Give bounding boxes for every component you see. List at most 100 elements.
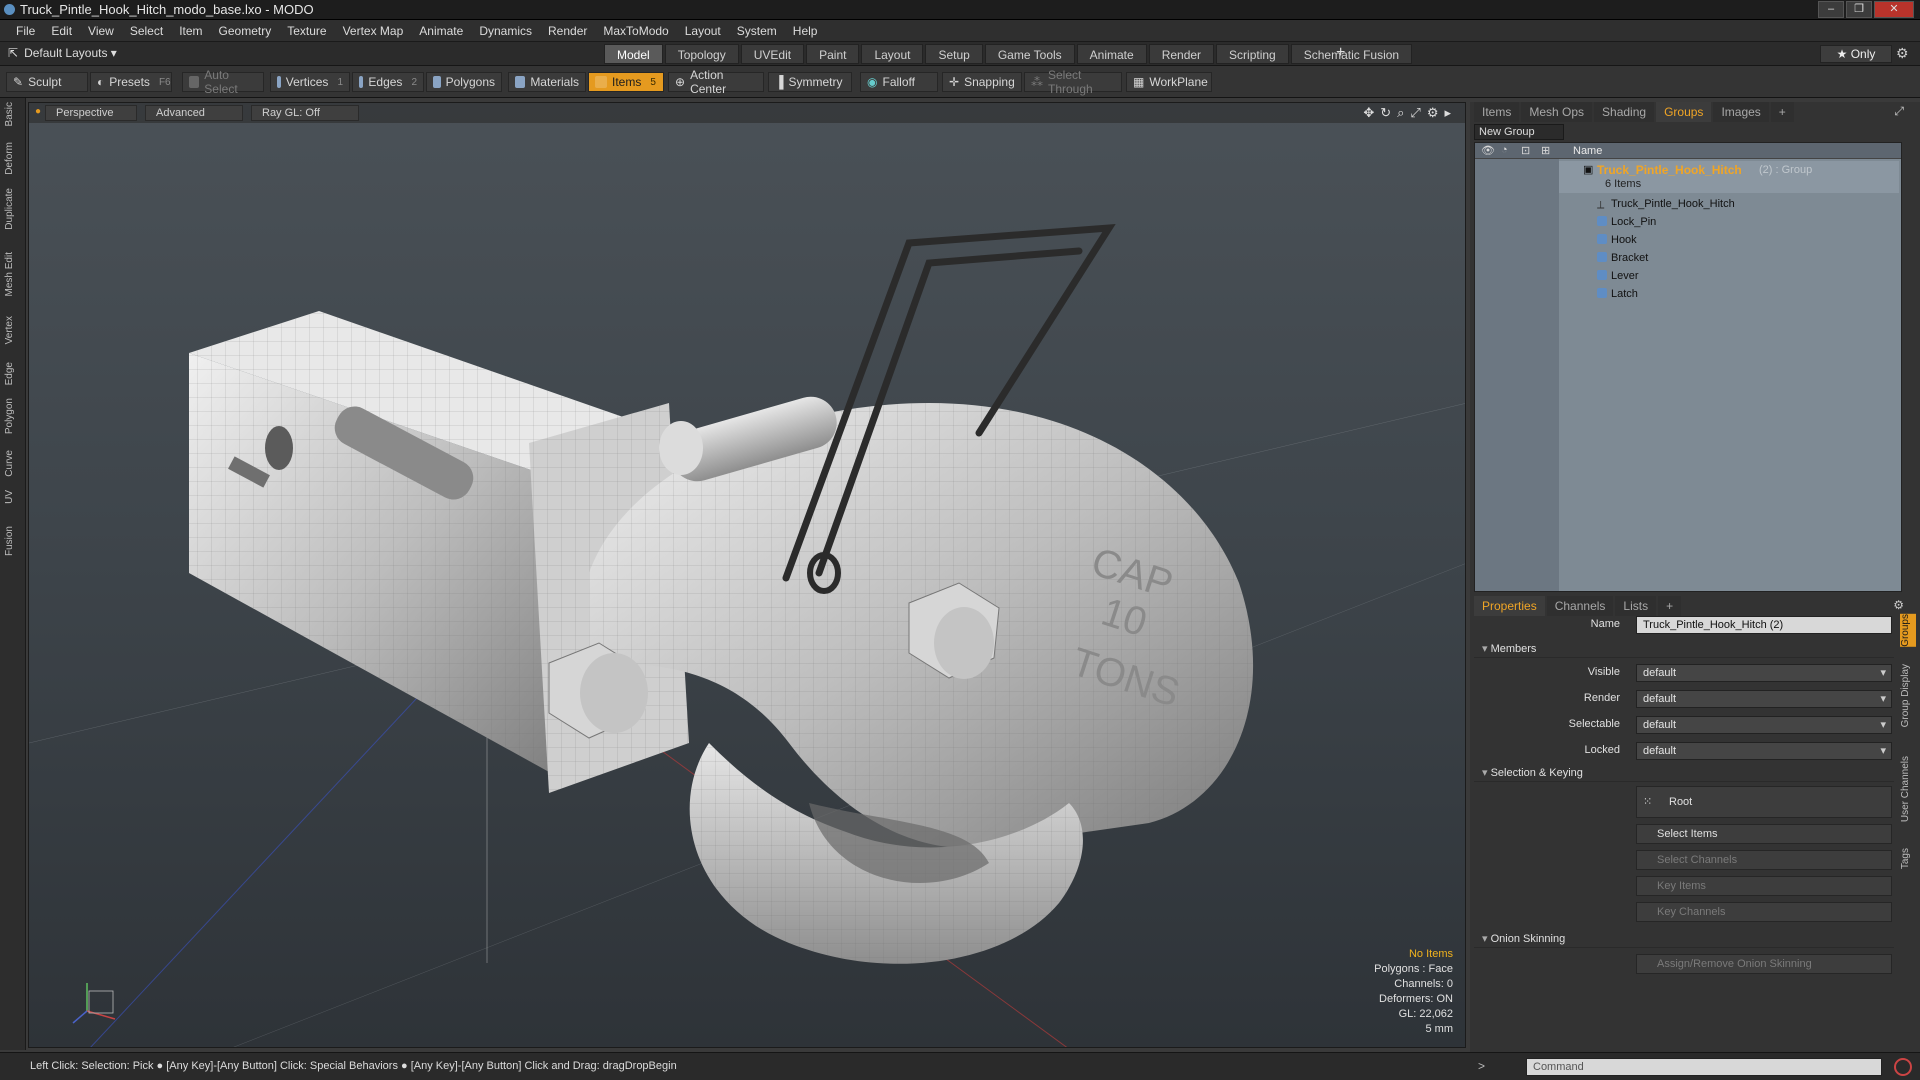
menu-item-layout[interactable]: Layout <box>677 24 729 38</box>
panel-tab-add[interactable]: + <box>1658 596 1682 616</box>
root-button[interactable]: ⁙ Root <box>1636 786 1892 818</box>
panel-tab-channels[interactable]: Channels <box>1546 596 1614 616</box>
panel-tab-groups[interactable]: Groups <box>1656 102 1712 122</box>
new-group-button[interactable]: New Group <box>1474 124 1564 140</box>
vertices-button[interactable]: Vertices 1 <box>270 72 350 92</box>
select-icon[interactable]: ⊞ <box>1541 144 1550 157</box>
panel-tab-lists[interactable]: Lists <box>1615 596 1657 616</box>
polygons-button[interactable]: Polygons <box>426 72 502 92</box>
side-tab-groups[interactable]: Groups <box>1900 614 1916 647</box>
left-tab-edge[interactable]: Edge <box>4 362 20 385</box>
panel-tab-items[interactable]: Items <box>1474 102 1520 122</box>
left-tab-deform[interactable]: Deform <box>4 142 20 175</box>
materials-button[interactable]: Materials <box>508 72 586 92</box>
menu-item-render[interactable]: Render <box>540 24 595 38</box>
tab-scripting[interactable]: Scripting <box>1216 44 1289 64</box>
workplane-button[interactable]: ▦ WorkPlane <box>1126 72 1212 92</box>
tab-setup[interactable]: Setup <box>925 44 983 64</box>
viewport-menu-icon[interactable]: ● <box>35 106 41 117</box>
auto-select-button[interactable]: Auto Select <box>182 68 264 96</box>
perspective-button[interactable]: Perspective <box>45 105 137 121</box>
panel-tab-images[interactable]: Images <box>1713 102 1769 122</box>
left-tab-basic[interactable]: Basic <box>4 102 20 126</box>
gear-icon[interactable]: ⚙ <box>1896 45 1909 62</box>
select-through-button[interactable]: ⁂ Select Through <box>1024 68 1122 96</box>
menu-item-select[interactable]: Select <box>122 24 171 38</box>
left-tab-uv[interactable]: UV <box>4 490 20 504</box>
side-tab-tags[interactable]: Tags <box>1900 848 1916 869</box>
select-channels-button[interactable]: Select Channels <box>1636 850 1892 870</box>
menu-item-dynamics[interactable]: Dynamics <box>471 24 540 38</box>
sculpt-button[interactable]: ✎ Sculpt <box>6 72 88 92</box>
side-tab-group-display[interactable]: Group Display <box>1900 664 1916 727</box>
tab-render[interactable]: Render <box>1148 44 1215 64</box>
visibility-column[interactable] <box>1475 159 1559 591</box>
menu-item-vertex-map[interactable]: Vertex Map <box>335 24 412 38</box>
members-section[interactable]: Members <box>1474 640 1894 658</box>
zoom-view-icon[interactable]: ⌕ <box>1397 105 1404 121</box>
tree-item-lock_pin[interactable]: Lock_Pin <box>1559 213 1899 231</box>
menu-item-animate[interactable]: Animate <box>411 24 471 38</box>
menu-item-file[interactable]: File <box>8 24 43 38</box>
panel-expand-icon[interactable]: ⤢ <box>1894 104 1904 119</box>
tab-animate[interactable]: Animate <box>1076 44 1147 64</box>
tree-item-truck_pintle_hook_hitch[interactable]: ⟂ Truck_Pintle_Hook_Hitch <box>1559 195 1899 213</box>
panel-tab-properties[interactable]: Properties <box>1474 596 1545 616</box>
left-tab-curve[interactable]: Curve <box>4 450 20 477</box>
presets-button[interactable]: ◐ Presets F6 <box>90 72 172 92</box>
only-button[interactable]: ★ Only <box>1820 45 1892 63</box>
minimize-button[interactable]: – <box>1818 1 1844 18</box>
move-view-icon[interactable]: ✥ <box>1363 105 1374 121</box>
tab-layout[interactable]: Layout <box>861 44 924 64</box>
panel-tab-add[interactable]: + <box>1770 102 1794 122</box>
fit-view-icon[interactable]: ⤢ <box>1410 105 1420 121</box>
command-input[interactable]: Command <box>1526 1058 1882 1076</box>
3d-viewport[interactable]: CAP 10 TONS ● Perspective Advanced Ray G… <box>28 102 1466 1048</box>
visible-dropdown[interactable]: default <box>1636 664 1892 682</box>
menu-item-edit[interactable]: Edit <box>43 24 80 38</box>
tree-item-lever[interactable]: Lever <box>1559 267 1899 285</box>
tab-schematic-fusion[interactable]: Schematic Fusion <box>1290 44 1413 64</box>
edges-button[interactable]: Edges 2 <box>352 72 424 92</box>
left-tab-mesh-edit[interactable]: Mesh Edit <box>4 252 20 296</box>
tab-topology[interactable]: Topology <box>664 44 739 64</box>
left-tab-fusion[interactable]: Fusion <box>4 526 20 556</box>
name-field[interactable]: Truck_Pintle_Hook_Hitch (2) <box>1636 616 1892 634</box>
menu-item-maxtomodo[interactable]: MaxToModo <box>595 24 676 38</box>
onion-skinning-section[interactable]: Onion Skinning <box>1474 930 1894 948</box>
selectable-dropdown[interactable]: default <box>1636 716 1892 734</box>
tab-paint[interactable]: Paint <box>806 44 860 64</box>
side-tab-user-channels[interactable]: User Channels <box>1900 756 1916 822</box>
selection-keying-section[interactable]: Selection & Keying <box>1474 764 1894 782</box>
menu-item-help[interactable]: Help <box>785 24 826 38</box>
stop-icon[interactable] <box>1894 1058 1912 1076</box>
menu-item-system[interactable]: System <box>729 24 785 38</box>
falloff-button[interactable]: ◉ Falloff <box>860 72 938 92</box>
viewport-expand-icon[interactable]: ▸ <box>1444 105 1451 121</box>
tab-game-tools[interactable]: Game Tools <box>984 44 1075 64</box>
items-button[interactable]: Items 5 <box>588 72 664 92</box>
select-items-button[interactable]: Select Items <box>1636 824 1892 844</box>
menu-item-geometry[interactable]: Geometry <box>211 24 280 38</box>
tree-item-hook[interactable]: Hook <box>1559 231 1899 249</box>
action-center-button[interactable]: ⊕ Action Center <box>668 68 764 96</box>
raygl-button[interactable]: Ray GL: Off <box>251 105 359 121</box>
tab-model[interactable]: Model <box>604 44 663 64</box>
locked-dropdown[interactable]: default <box>1636 742 1892 760</box>
rotate-view-icon[interactable]: ↻ <box>1380 105 1391 121</box>
maximize-button[interactable]: ❐ <box>1846 1 1872 18</box>
panel-tab-shading[interactable]: Shading <box>1594 102 1655 122</box>
menu-item-texture[interactable]: Texture <box>279 24 334 38</box>
left-tab-polygon[interactable]: Polygon <box>4 398 20 434</box>
advanced-button[interactable]: Advanced <box>145 105 243 121</box>
group-row[interactable]: ▣ Truck_Pintle_Hook_Hitch (2) : Group 6 … <box>1559 161 1899 193</box>
left-tab-duplicate[interactable]: Duplicate <box>4 188 20 230</box>
menu-item-item[interactable]: Item <box>171 24 210 38</box>
lock-icon[interactable]: ⊡ <box>1521 144 1530 157</box>
panel-tab-mesh-ops[interactable]: Mesh Ops <box>1521 102 1593 122</box>
tab-uvedit[interactable]: UVEdit <box>740 44 805 64</box>
menu-item-view[interactable]: View <box>80 24 122 38</box>
snapping-button[interactable]: ✛ Snapping <box>942 72 1022 92</box>
left-tab-vertex[interactable]: Vertex <box>4 316 20 344</box>
add-layout-tab-icon[interactable]: + <box>1336 44 1345 62</box>
